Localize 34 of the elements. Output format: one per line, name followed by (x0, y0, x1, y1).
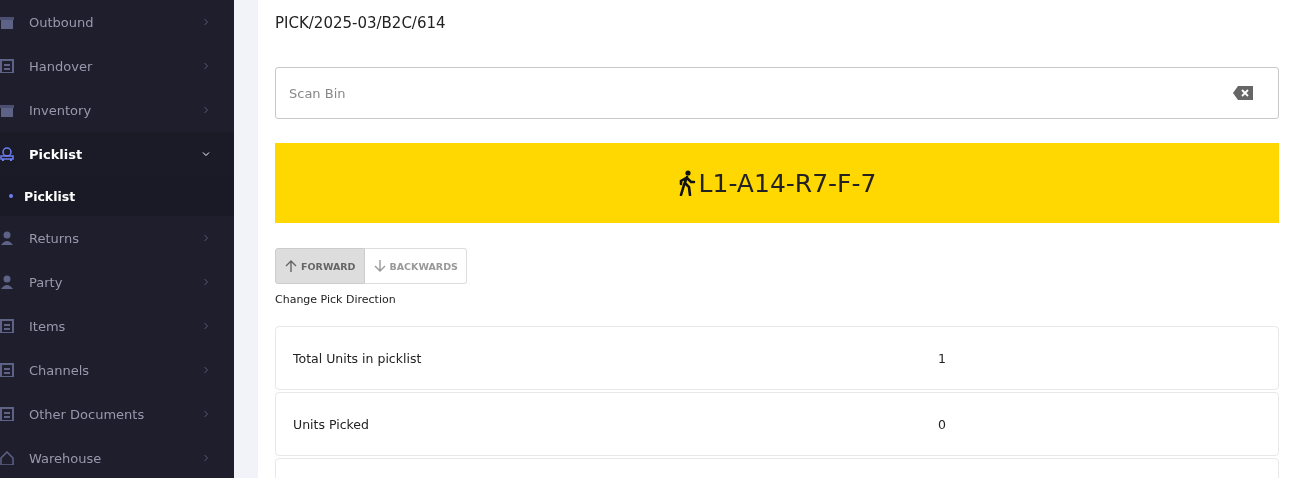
direction-button[interactable]: FORWARD (275, 248, 365, 284)
sidebar-item[interactable]: Inventory (0, 88, 234, 132)
home-icon (0, 451, 14, 465)
bin-location: L1-A14-R7-F-7 (698, 168, 877, 198)
scan-field[interactable]: Scan Bin (275, 67, 1279, 119)
box-icon (0, 15, 14, 29)
sidebar-item[interactable]: Channels (0, 348, 234, 392)
sidebar-item[interactable]: Handover (0, 44, 234, 88)
sidebar-item[interactable]: Outbound (0, 0, 234, 44)
sidebar-item[interactable]: Other Documents (0, 392, 234, 436)
sidebar-item[interactable]: Picklist (0, 132, 234, 176)
clear-icon[interactable] (1233, 86, 1253, 100)
user-icon (0, 275, 14, 289)
page-title: PICK/2025-03/B2C/614 (275, 14, 447, 34)
sidebar-item[interactable]: Returns (0, 216, 234, 260)
stat-value: 0 (938, 416, 946, 432)
up-arrow-icon (284, 259, 298, 273)
doc-icon (0, 363, 14, 377)
user-icon (0, 231, 14, 245)
stat-label: Total Units in picklist (293, 350, 423, 366)
stat-value: 1 (938, 350, 946, 366)
doc-icon (0, 407, 14, 421)
stat-label: Units Picked (293, 416, 370, 432)
doc-icon (0, 59, 14, 73)
cart-icon (0, 147, 14, 161)
sidebar-item[interactable]: Warehouse (0, 436, 234, 478)
sidebar-item[interactable]: Items (0, 304, 234, 348)
direction-caption: Change Pick Direction (275, 293, 397, 306)
box-icon (0, 103, 14, 117)
sidebar-item[interactable]: Party (0, 260, 234, 304)
walking-person-icon (677, 170, 696, 196)
sidebar-subitem[interactable]: Picklist (0, 176, 234, 216)
down-arrow-icon (372, 259, 387, 273)
doc-icon (0, 319, 14, 333)
